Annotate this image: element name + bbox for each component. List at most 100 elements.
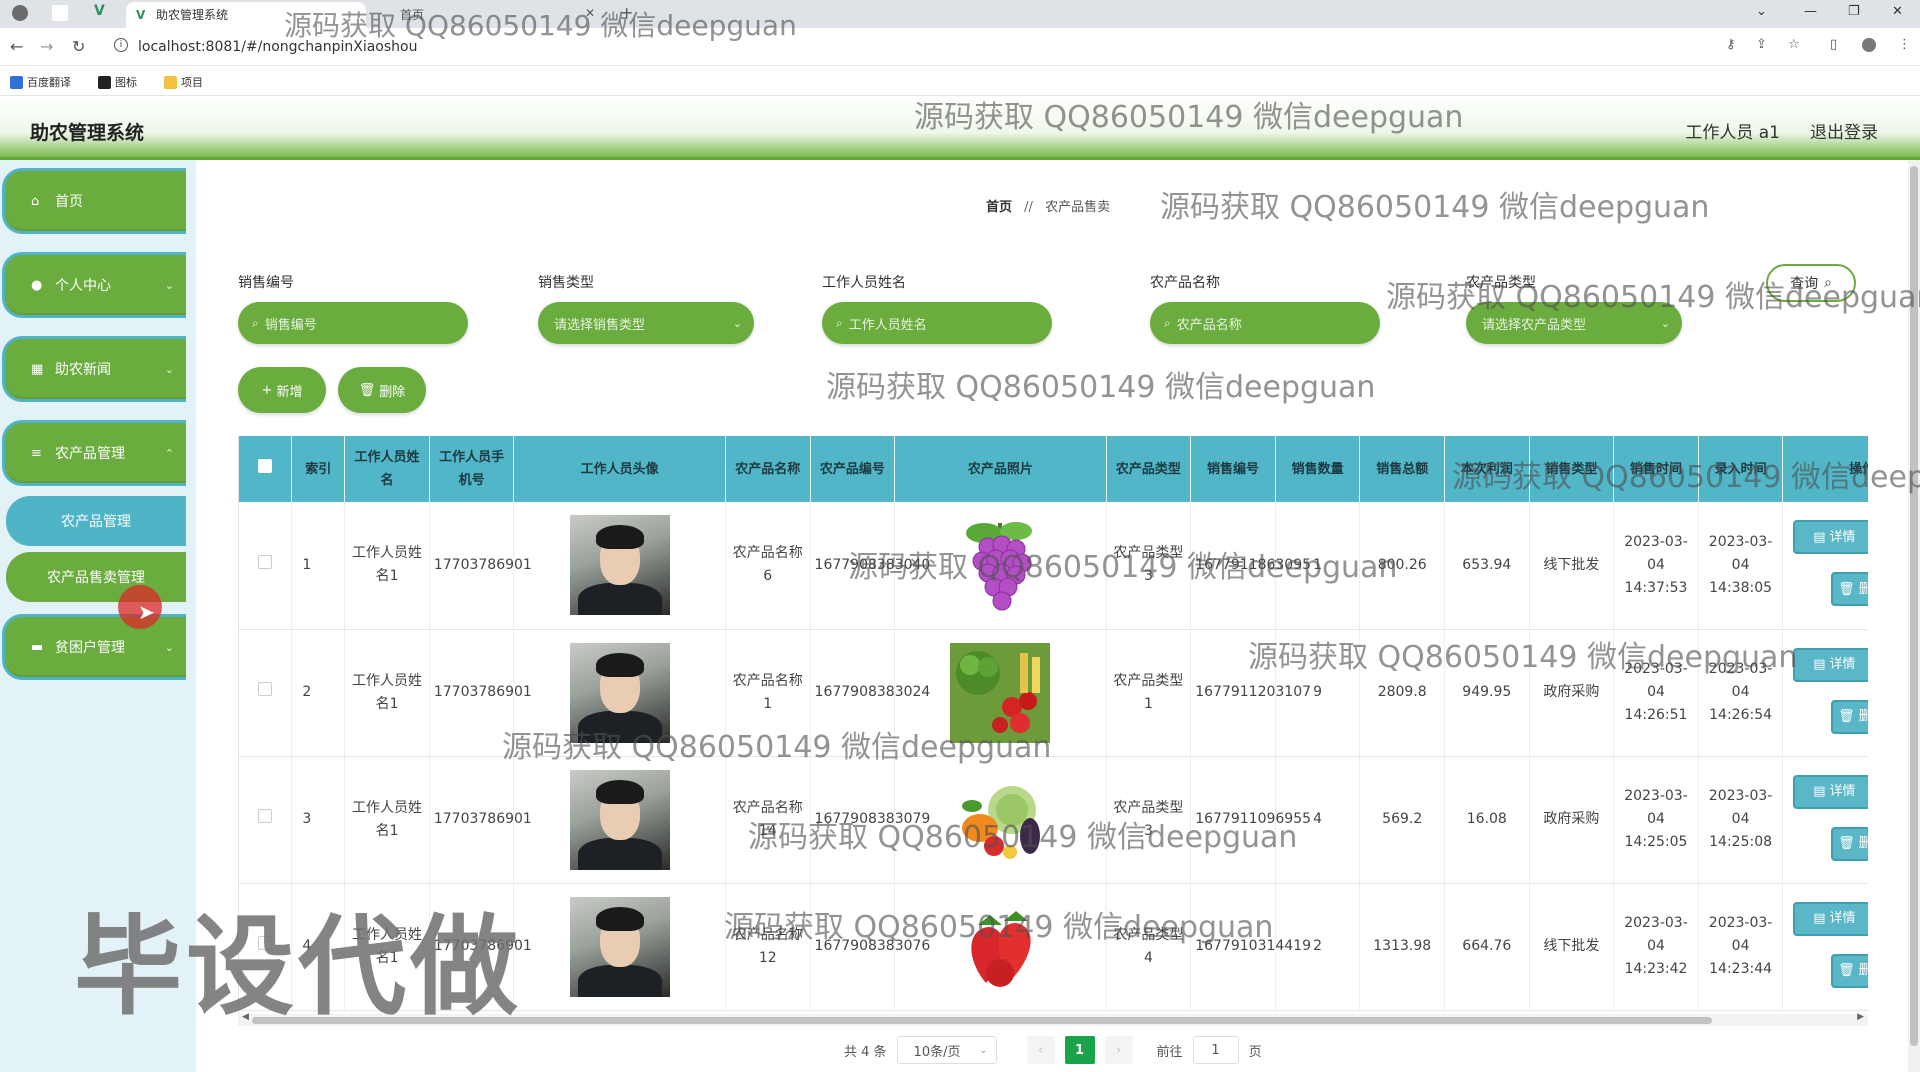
detail-button[interactable]: ▤ 详情 — [1793, 520, 1868, 554]
back-icon[interactable]: ← — [10, 37, 23, 56]
logout-link[interactable]: 退出登录 — [1810, 118, 1878, 143]
page-number-current[interactable]: 1 — [1064, 1036, 1095, 1064]
goto-page-input[interactable]: 1 — [1192, 1036, 1239, 1064]
url-input[interactable]: localhost:8081/#/nongchanpinXiaoshou — [138, 36, 417, 58]
tab-search-icon[interactable]: ⌄ — [1756, 4, 1767, 19]
query-button[interactable]: 查询 ⌕ — [1766, 264, 1856, 302]
search-icon: ⌕ — [1164, 315, 1171, 330]
minimize-icon[interactable]: — — [1804, 4, 1817, 19]
delete-label: 删除 — [1859, 578, 1868, 601]
sidebar-subitem-product-sales[interactable]: 农产品售卖管理 — [6, 552, 186, 602]
query-label: 查询 — [1790, 276, 1819, 292]
product-type-select[interactable]: 请选择农产品类型 ⌄ — [1466, 302, 1682, 344]
row-checkbox-cell[interactable] — [239, 756, 293, 884]
detail-button[interactable]: ▤ 详情 — [1793, 774, 1868, 809]
browser-icon[interactable] — [12, 5, 28, 21]
sidebar-item-poor-households[interactable]: ▬ 贫困户管理 ⌄ — [2, 614, 186, 680]
staff-avatar-image — [569, 515, 670, 616]
cell-total: 800.26 — [1359, 502, 1445, 630]
staff-avatar-image — [569, 642, 670, 743]
sidebar-item-products[interactable]: ≡ 农产品管理 ⌃ — [2, 420, 186, 486]
delete-button[interactable]: 🗑删除 — [1831, 826, 1868, 861]
table-row[interactable]: 4 工作人员姓名1 17703786901 农产品名称12 1677908383076 农… — [239, 883, 1868, 1011]
delete-button[interactable]: 🗑删除 — [1831, 572, 1868, 606]
sidebar-subitem-product-manage[interactable]: 农产品管理 — [6, 496, 186, 546]
scrollbar-thumb[interactable] — [1910, 166, 1918, 1046]
row-checkbox[interactable] — [258, 936, 273, 950]
row-checkbox-cell[interactable] — [239, 502, 293, 630]
next-page-button[interactable]: › — [1104, 1036, 1133, 1064]
profile-icon[interactable] — [1862, 38, 1876, 52]
row-checkbox[interactable] — [258, 554, 273, 569]
scroll-left-icon[interactable]: ◀ — [242, 1012, 249, 1022]
tab-title: 助农管理系统 — [156, 8, 229, 22]
add-button[interactable]: + 新增 — [238, 367, 326, 413]
cell-sale-no: 1677910314419 — [1190, 883, 1311, 1011]
trash-icon: 🗑 — [1838, 836, 1855, 851]
restore-icon[interactable]: ❐ — [1848, 4, 1860, 19]
site-info-icon[interactable]: i — [114, 38, 128, 52]
app-header: 助农管理系统 工作人员 a1 退出登录 — [0, 96, 1920, 160]
cell-product-no: 1677908383076 — [810, 883, 930, 1011]
cell-sale-time: 2023-03-04 14:23:42 — [1613, 883, 1699, 1011]
cell-total: 2809.8 — [1359, 629, 1445, 757]
vertical-scrollbar[interactable] — [1908, 160, 1920, 1072]
sidebar-item-profile[interactable]: ● 个人中心 ⌄ — [2, 252, 186, 318]
cell-sale-time: 2023-03-04 14:37:53 — [1613, 502, 1699, 630]
horizontal-scrollbar[interactable]: ◀ ▶ — [238, 1012, 1868, 1026]
row-checkbox-cell[interactable] — [239, 883, 293, 1011]
select-all-checkbox[interactable] — [258, 458, 273, 473]
breadcrumb: 首页 // 农产品售卖 — [986, 196, 1110, 215]
column-header: 销售时间 — [1613, 436, 1699, 502]
bookmark-item[interactable]: 图标 — [98, 74, 137, 90]
table-row[interactable]: 2 工作人员姓名1 17703786901 农产品名称1 1677908383024 农产… — [239, 629, 1868, 757]
row-checkbox[interactable] — [258, 809, 273, 823]
sidebar-item-home[interactable]: ⌂ 首页 — [2, 168, 186, 234]
delete-button[interactable]: 🗑删除 — [1831, 699, 1868, 734]
goto-suffix: 页 — [1248, 1044, 1262, 1060]
breadcrumb-home[interactable]: 首页 — [986, 200, 1012, 215]
page-size-select[interactable]: 10条/页 ⌄ — [896, 1036, 997, 1064]
share-icon[interactable]: ⇪ — [1756, 38, 1770, 52]
cell-total: 1313.98 — [1359, 883, 1445, 1011]
cell-entry-time: 2023-03-04 14:25:08 — [1698, 756, 1784, 884]
product-photo-image — [950, 515, 1050, 615]
browser-tab-active[interactable]: V 助农管理系统 — [126, 2, 366, 28]
window-close-icon[interactable]: ✕ — [1892, 4, 1903, 19]
sale-no-input[interactable]: ⌕ 销售编号 — [238, 302, 468, 344]
detail-button[interactable]: ▤ 详情 — [1793, 901, 1868, 936]
sidebar-item-news[interactable]: ▦ 助农新闻 ⌄ — [2, 336, 186, 402]
table-row[interactable]: 1 工作人员姓名1 17703786901 农产品名称6 1677908383040 农产… — [239, 502, 1868, 630]
menu-icon[interactable]: ⋮ — [1898, 38, 1912, 52]
page-icon[interactable] — [52, 5, 68, 21]
scroll-right-icon[interactable]: ▶ — [1857, 1012, 1864, 1022]
bookmark-item[interactable]: 百度翻译 — [10, 74, 71, 90]
key-icon[interactable]: ⚷ — [1726, 38, 1740, 52]
scrollbar-thumb[interactable] — [252, 1017, 1712, 1024]
table-row[interactable]: 3 工作人员姓名1 17703786901 农产品名称14 1677908383079 农… — [239, 756, 1868, 884]
sale-type-select[interactable]: 请选择销售类型 ⌄ — [538, 302, 754, 344]
detail-button[interactable]: ▤ 详情 — [1793, 647, 1868, 682]
select-all-checkbox-cell[interactable] — [239, 436, 293, 502]
column-header: 农产品名称 — [725, 436, 811, 502]
browser-tab-second[interactable]: 首页 — [380, 2, 424, 28]
row-checkbox-cell[interactable] — [239, 629, 293, 757]
cell-product-name: 农产品名称6 — [725, 502, 811, 630]
new-tab-icon[interactable]: + — [620, 3, 633, 22]
cell-product-name: 农产品名称12 — [725, 883, 811, 1011]
sidebar-item-label: 贫困户管理 — [55, 640, 125, 656]
forward-icon[interactable]: → — [40, 37, 53, 56]
product-name-input[interactable]: ⌕ 农产品名称 — [1150, 302, 1380, 344]
delete-button[interactable]: 🗑删除 — [1831, 953, 1868, 988]
sidepanel-icon[interactable]: ▯ — [1830, 38, 1844, 52]
tab-close-icon[interactable]: ✕ — [585, 6, 595, 20]
batch-delete-button[interactable]: 🗑 删除 — [338, 367, 426, 413]
vue-icon[interactable]: V — [94, 3, 105, 19]
sidebar-item-label: 个人中心 — [55, 278, 111, 294]
prev-page-button[interactable]: ‹ — [1026, 1036, 1055, 1064]
reload-icon[interactable]: ↻ — [72, 37, 85, 56]
row-checkbox[interactable] — [258, 682, 273, 696]
star-icon[interactable]: ☆ — [1788, 38, 1802, 52]
staff-name-input[interactable]: ⌕ 工作人员姓名 — [822, 302, 1052, 344]
bookmark-item[interactable]: 项目 — [164, 74, 203, 90]
